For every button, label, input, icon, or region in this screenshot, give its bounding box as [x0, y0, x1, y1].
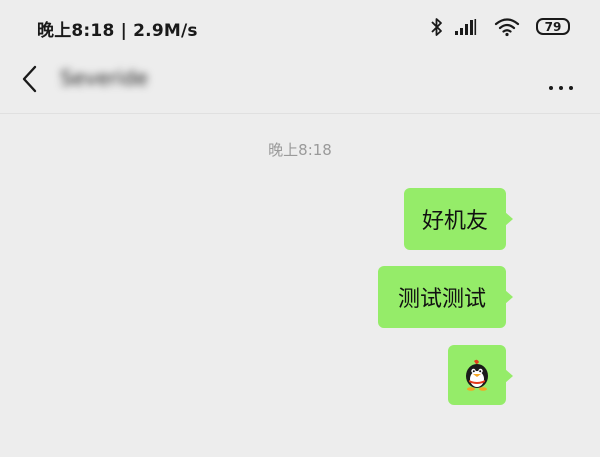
- message-text: 测试测试: [397, 287, 486, 312]
- penguin-sticker-icon: [466, 359, 488, 391]
- status-bar: 晚上8:18 | 2.9M/s 79: [0, 0, 600, 52]
- chat-title[interactable]: Severide: [60, 66, 148, 90]
- wifi-icon: [494, 18, 520, 37]
- message-bubble[interactable]: 好机友: [404, 188, 513, 250]
- battery-icon: 79: [536, 18, 570, 35]
- message-timestamp: 晚上8:18: [268, 141, 332, 159]
- back-button[interactable]: [18, 63, 42, 95]
- header-divider: [0, 113, 600, 114]
- signal-icon: [455, 19, 477, 35]
- more-button[interactable]: [543, 75, 573, 94]
- message-text: 好机友: [421, 209, 488, 234]
- message-bubble[interactable]: 测试测试: [378, 266, 513, 328]
- status-time-speed: 晚上8:18 | 2.9M/s: [37, 21, 198, 41]
- message-bubble[interactable]: [448, 345, 513, 405]
- bluetooth-icon: [431, 18, 442, 36]
- nav-bar: Severide: [0, 52, 600, 110]
- more-icon: [549, 86, 553, 90]
